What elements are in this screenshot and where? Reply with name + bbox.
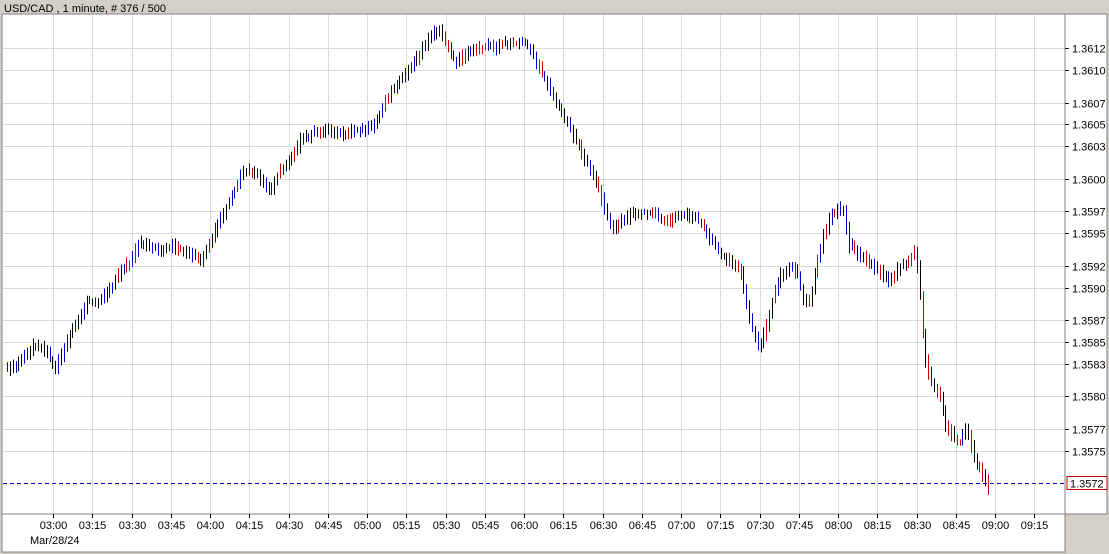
y-tick-label: 1.3610 — [1072, 66, 1106, 78]
x-tick-label: 09:00 — [982, 520, 1010, 532]
y-tick-label: 1.3577 — [1072, 425, 1106, 437]
x-tick-label: 08:15 — [864, 520, 892, 532]
y-tick-label: 1.3605 — [1072, 120, 1106, 132]
y-tick-label: 1.3592 — [1072, 262, 1106, 274]
x-tick-label: 07:15 — [707, 520, 735, 532]
y-tick-label: 1.3587 — [1072, 316, 1106, 328]
y-tick-label: 1.3583 — [1072, 360, 1106, 372]
x-tick-label: 04:45 — [315, 520, 343, 532]
y-tick-label: 1.3575 — [1072, 447, 1106, 459]
x-tick-label: 06:00 — [511, 520, 539, 532]
x-tick-label: 06:15 — [550, 520, 578, 532]
x-tick-label: 04:15 — [236, 520, 264, 532]
x-tick-label: 08:00 — [825, 520, 853, 532]
x-tick-label: 05:45 — [472, 520, 500, 532]
y-tick-label: 1.3603 — [1072, 142, 1106, 154]
x-tick-label: 03:45 — [158, 520, 186, 532]
chart-window: 1.3612 1.3610 1.3607 1.3605 1.3603 1.3600 1.35… — [0, 0, 1109, 554]
date-label: Mar/28/24 — [30, 535, 80, 547]
y-tick-label: 1.3585 — [1072, 338, 1106, 350]
chart-title: USD/CAD , 1 minute, # 376 / 500 — [4, 3, 166, 15]
y-tick-label: 1.3600 — [1072, 175, 1106, 187]
x-tick-label: 07:30 — [747, 520, 775, 532]
x-tick-label: 03:00 — [40, 520, 68, 532]
x-tick-label: 06:30 — [590, 520, 618, 532]
y-tick-label: 1.3580 — [1072, 392, 1106, 404]
x-tick-label: 08:30 — [904, 520, 932, 532]
y-tick-label: 1.3590 — [1072, 284, 1106, 296]
x-tick-label: 03:30 — [119, 520, 147, 532]
x-tick-label: 04:30 — [276, 520, 304, 532]
y-tick-label: 1.3595 — [1072, 229, 1106, 241]
x-tick-label: 09:15 — [1021, 520, 1049, 532]
y-tick-label: 1.3612 — [1072, 44, 1106, 56]
x-tick-label: 08:45 — [943, 520, 971, 532]
x-tick-label: 05:30 — [433, 520, 461, 532]
y-tick-label: 1.3607 — [1072, 99, 1106, 111]
x-tick-label: 04:00 — [197, 520, 225, 532]
current-price-label: 1.3572 — [1070, 479, 1104, 491]
x-tick-label: 05:15 — [393, 520, 421, 532]
y-tick-label: 1.3597 — [1072, 207, 1106, 219]
plot-area[interactable] — [1, 13, 1066, 515]
ohlc-chart: 1.3612 1.3610 1.3607 1.3605 1.3603 1.3600 1.35… — [0, 0, 1109, 554]
x-tick-label: 07:00 — [668, 520, 696, 532]
x-tick-label: 03:15 — [79, 520, 107, 532]
x-tick-label: 06:45 — [629, 520, 657, 532]
x-tick-label: 05:00 — [354, 520, 382, 532]
x-tick-label: 07:45 — [786, 520, 814, 532]
